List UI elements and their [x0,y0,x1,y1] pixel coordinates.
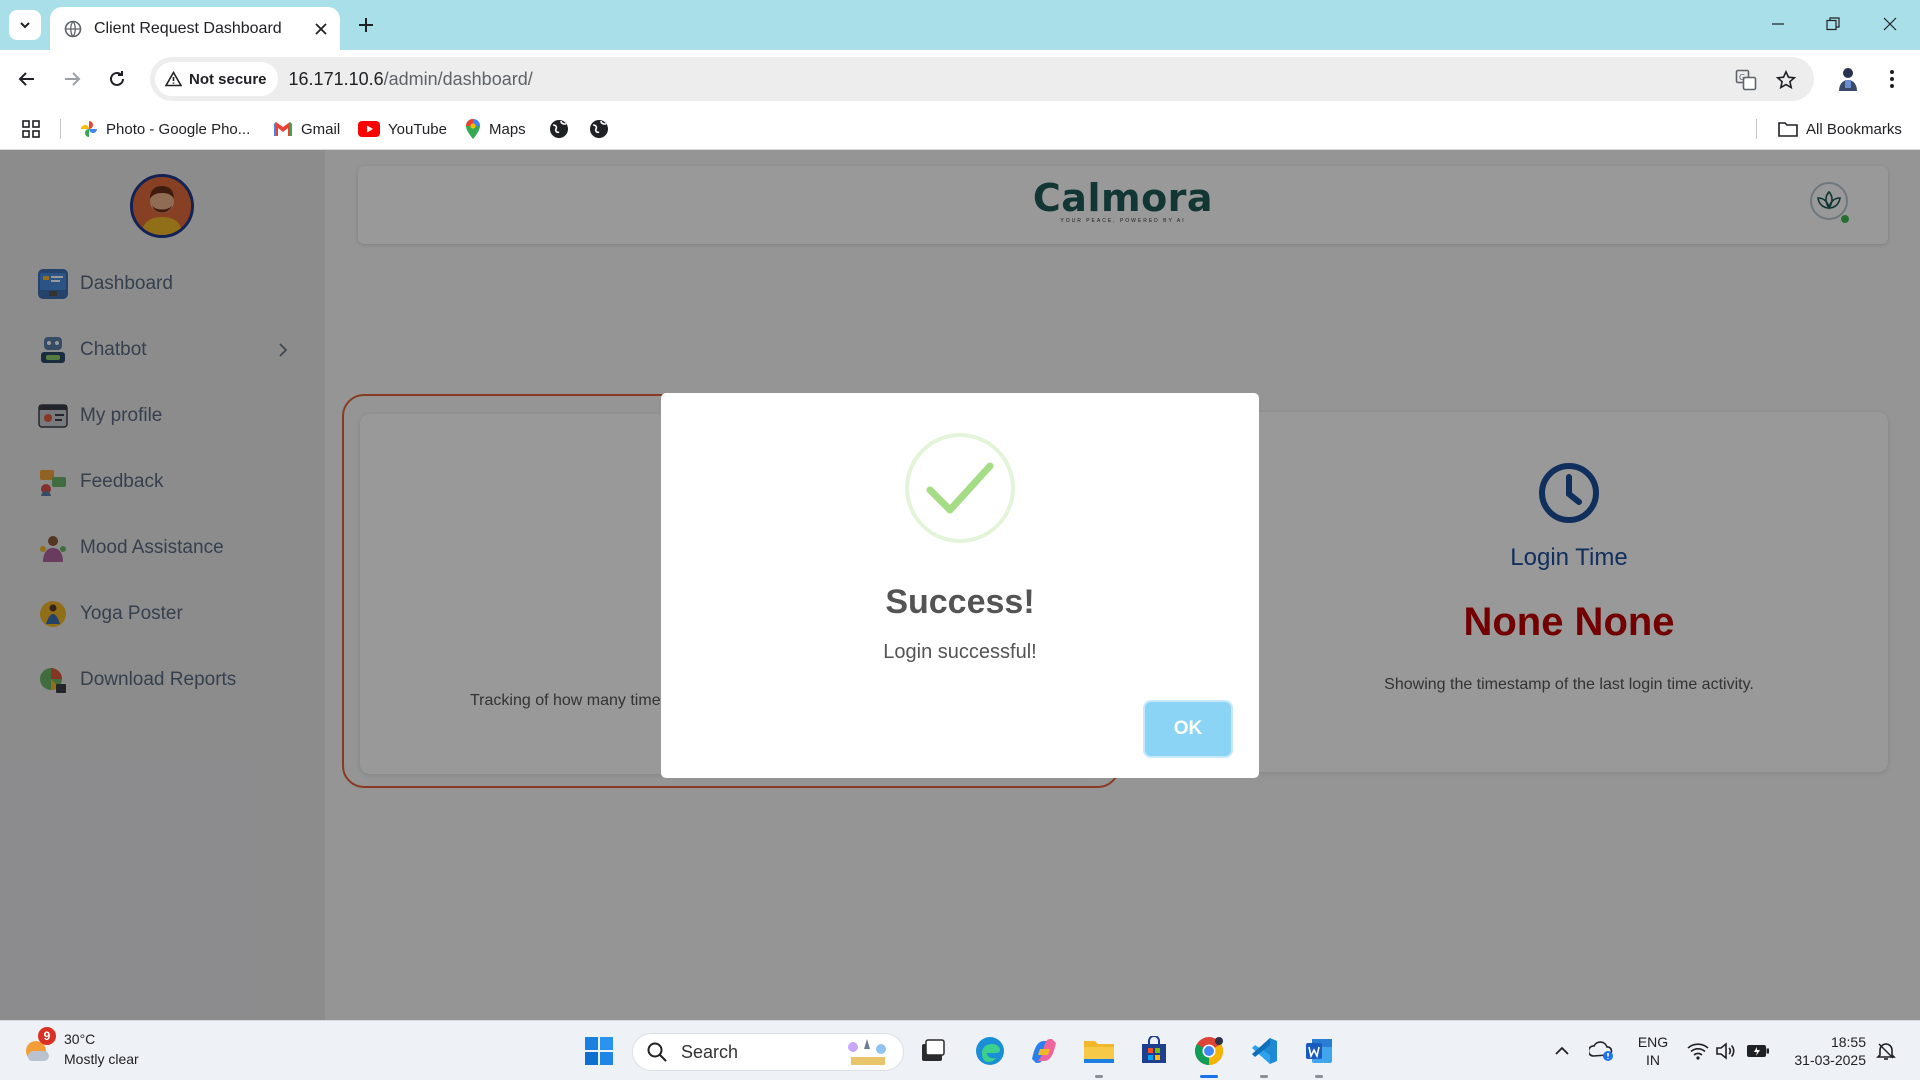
copilot-icon[interactable] [1026,1033,1062,1069]
bookmark-globe-1[interactable] [549,108,577,150]
minimize-button[interactable] [1750,8,1806,40]
bookmark-star-icon[interactable] [1774,68,1798,92]
dashboard-page: Dashboard Chatbot My profile Feedback Mo… [0,150,1920,1020]
gmail-icon [274,122,292,136]
clock[interactable]: 18:55 31-03-2025 [1782,1033,1866,1069]
close-window-button[interactable] [1862,8,1918,40]
youtube-icon [358,121,380,137]
weather-icon: 9 [22,1027,56,1065]
word-running-indicator [1315,1075,1323,1078]
globe-icon [64,20,82,37]
taskbar-search[interactable]: Search [632,1033,904,1071]
arrow-left-icon [18,72,34,86]
maps-pin-icon [466,119,480,139]
dialog-title: Success! [885,583,1035,621]
more-menu-icon[interactable] [1874,61,1910,97]
chrome-icon[interactable] [1191,1033,1227,1069]
chevron-down-icon [20,22,30,29]
globe-icon [590,120,608,138]
bookmark-youtube[interactable]: YouTube [358,108,447,150]
microsoft-store-icon[interactable] [1136,1033,1172,1069]
dialog-message: Login successful! [883,641,1037,663]
word-icon[interactable] [1301,1033,1337,1069]
bookmarks-bar: Photo - Google Pho... Gmail YouTube Maps… [0,108,1920,150]
profile-avatar-icon[interactable] [1830,61,1866,97]
chevron-up-icon[interactable] [1544,1033,1580,1069]
globe-icon [550,120,568,138]
bookmark-maps[interactable]: Maps [465,108,526,150]
bookmarks-divider [60,119,61,139]
onedrive-sync-icon[interactable] [1584,1033,1620,1069]
all-bookmarks-button[interactable]: All Bookmarks [1778,108,1902,150]
weather-badge: 9 [38,1027,56,1045]
weather-widget[interactable]: 9 30°C Mostly clear [22,1027,139,1069]
windows-start-icon[interactable] [581,1033,617,1069]
svg-text:G: G [1739,73,1745,82]
folder-icon [1778,122,1798,137]
restore-button[interactable] [1805,8,1861,40]
search-highlight-icon [848,1039,886,1065]
tab-client-request-dashboard[interactable]: Client Request Dashboard [50,7,340,50]
file-explorer-icon[interactable] [1081,1033,1117,1069]
reload-icon [110,71,124,86]
new-tab-button[interactable] [350,10,382,40]
url-path: /admin/dashboard/ [383,68,533,89]
restore-icon [1826,17,1840,31]
success-dialog: Success! Login successful! OK [661,393,1259,778]
notifications-icon[interactable] [1868,1033,1904,1069]
bookmark-globe-2[interactable] [589,108,617,150]
forward-button[interactable] [54,61,90,97]
windows-taskbar: 9 30°C Mostly clear Search ENG IN 18:55 … [0,1020,1920,1080]
browser-tabstrip: Client Request Dashboard [0,0,1920,50]
arrow-right-icon [65,72,81,86]
success-check-icon [905,433,1015,543]
security-label: Not secure [189,70,267,88]
weather-temperature: 30°C [64,1031,96,1047]
file-explorer-running-indicator [1095,1075,1103,1078]
security-chip[interactable]: Not secure [155,62,278,96]
google-photos-icon [81,121,97,137]
bookmark-google-photos[interactable]: Photo - Google Pho... [80,108,250,150]
tab-title: Client Request Dashboard [94,19,282,37]
bookmarks-divider-right [1756,119,1757,139]
warning-icon [165,71,182,87]
chrome-active-indicator [1200,1075,1218,1078]
plus-icon [359,18,373,32]
browser-toolbar: Not secure 16.171.10.6/admin/dashboard/ … [0,50,1920,108]
close-icon[interactable] [314,22,328,36]
ok-button[interactable]: OK [1145,702,1231,756]
bookmark-gmail[interactable]: Gmail [273,108,340,150]
search-label: Search [681,1041,739,1062]
address-bar[interactable]: Not secure 16.171.10.6/admin/dashboard/ … [150,57,1814,101]
language-indicator[interactable]: ENG IN [1634,1033,1672,1069]
translate-icon[interactable]: G [1734,68,1758,92]
back-button[interactable] [9,61,45,97]
vscode-icon[interactable] [1246,1033,1282,1069]
vscode-running-indicator [1260,1075,1268,1078]
url-host: 16.171.10.6 [288,68,384,89]
task-view-icon[interactable] [915,1033,951,1069]
reload-button[interactable] [99,61,135,97]
close-window-icon [1883,17,1897,31]
clock-date: 31-03-2025 [1794,1052,1866,1068]
clock-time: 18:55 [1830,1034,1866,1050]
edge-browser-icon[interactable] [972,1033,1008,1069]
apps-grid-icon[interactable] [22,108,48,150]
tab-search-button[interactable] [9,10,41,40]
minimize-icon [1772,23,1784,25]
url-text[interactable]: 16.171.10.6/admin/dashboard/ [289,69,533,90]
battery-icon[interactable] [1738,1033,1778,1069]
weather-condition: Mostly clear [64,1051,139,1067]
search-icon [647,1042,667,1062]
